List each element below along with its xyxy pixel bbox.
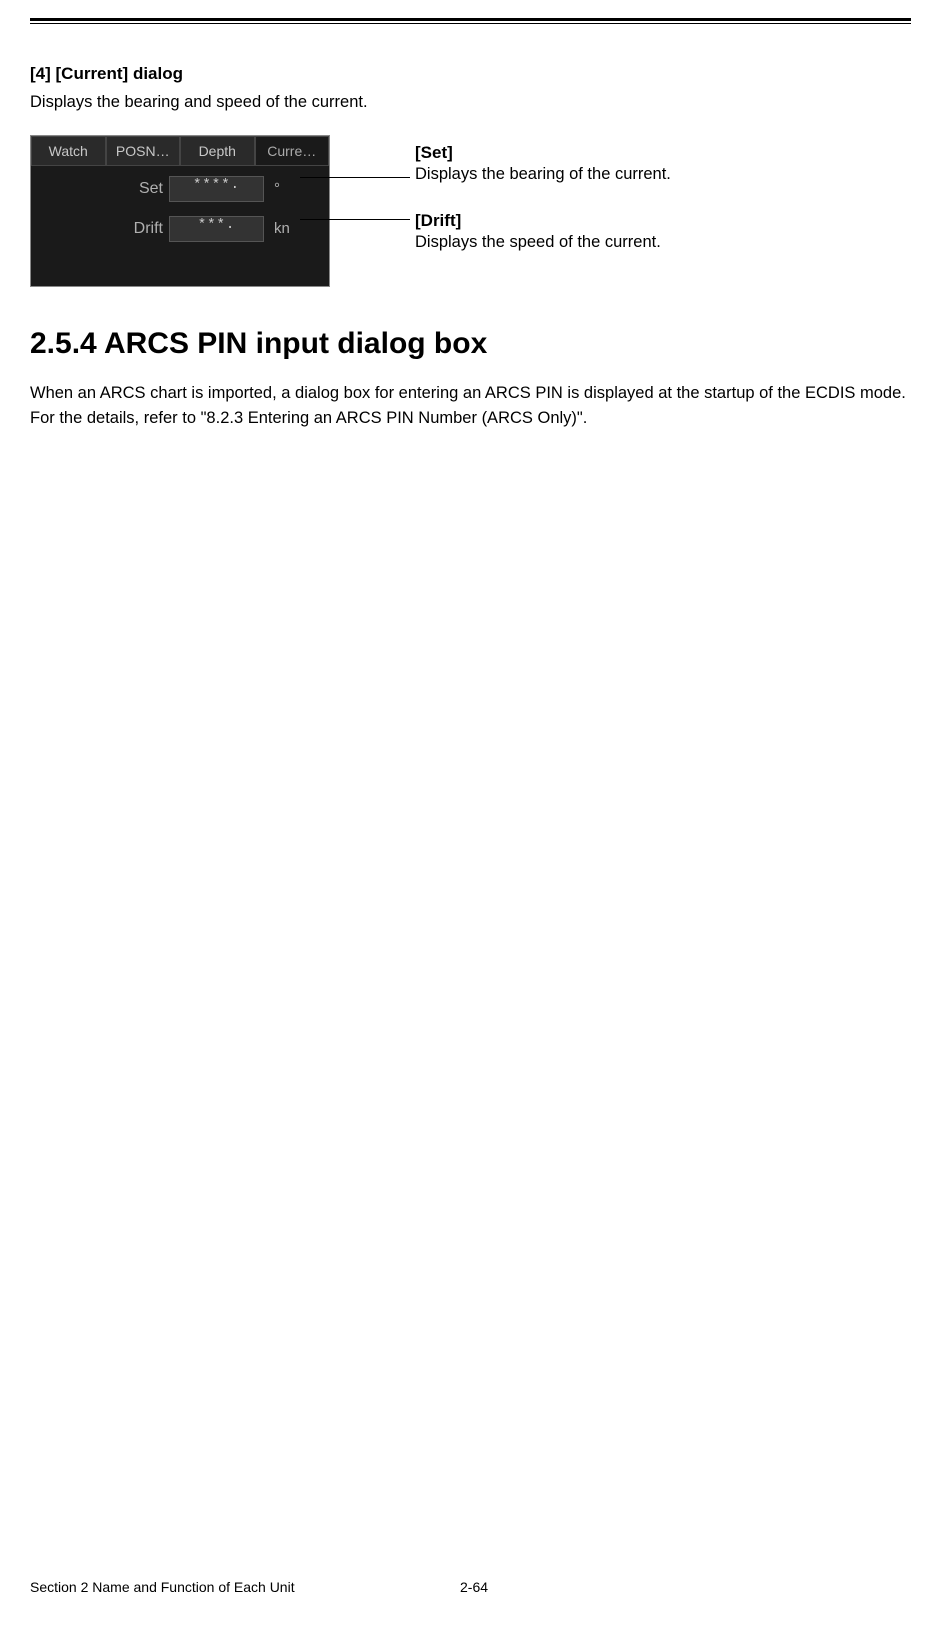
annotation-drift-title: [Drift] [415,211,661,231]
drift-input[interactable]: ***. [169,216,264,242]
footer-page-number: 2-64 [460,1579,488,1595]
footer-section-title: Section 2 Name and Function of Each Unit [30,1579,460,1595]
tab-depth[interactable]: Depth [180,136,255,166]
heading-2-5-4: 2.5.4 ARCS PIN input dialog box [30,327,911,361]
section-heading-4: [4] [Current] dialog [30,64,911,84]
header-rule-thick [30,18,911,21]
para-1: When an ARCS chart is imported, a dialog… [30,381,911,406]
set-label: Set [39,180,169,198]
tab-current[interactable]: Curre… [255,136,330,166]
drift-row: Drift ***. kn [39,216,321,242]
annotation-set: [Set] Displays the bearing of the curren… [415,143,671,186]
annotation-set-desc: Displays the bearing of the current. [415,163,671,186]
set-input[interactable]: ****. [169,176,264,202]
para-2: For the details, refer to "8.2.3 Enterin… [30,406,911,431]
leader-line-set [300,177,410,178]
drift-unit: kn [274,220,299,237]
tab-row: Watch POSN… Depth Curre… [31,136,329,166]
dialog-body: Set ****. ° Drift ***. kn [31,166,329,286]
section-heading-4-desc: Displays the bearing and speed of the cu… [30,90,911,115]
annotation-set-title: [Set] [415,143,671,163]
figure-row: Watch POSN… Depth Curre… Set ****. ° Dri… [30,135,911,287]
set-unit: ° [274,180,299,197]
leader-line-drift [300,219,410,220]
current-dialog: Watch POSN… Depth Curre… Set ****. ° Dri… [30,135,330,287]
annotation-drift-desc: Displays the speed of the current. [415,231,661,254]
header-rule-thin [30,23,911,24]
page-footer: Section 2 Name and Function of Each Unit… [30,1579,911,1595]
set-row: Set ****. ° [39,176,321,202]
drift-label: Drift [39,220,169,238]
tab-posn[interactable]: POSN… [106,136,181,166]
annotation-drift: [Drift] Displays the speed of the curren… [415,211,661,254]
tab-watch[interactable]: Watch [31,136,106,166]
